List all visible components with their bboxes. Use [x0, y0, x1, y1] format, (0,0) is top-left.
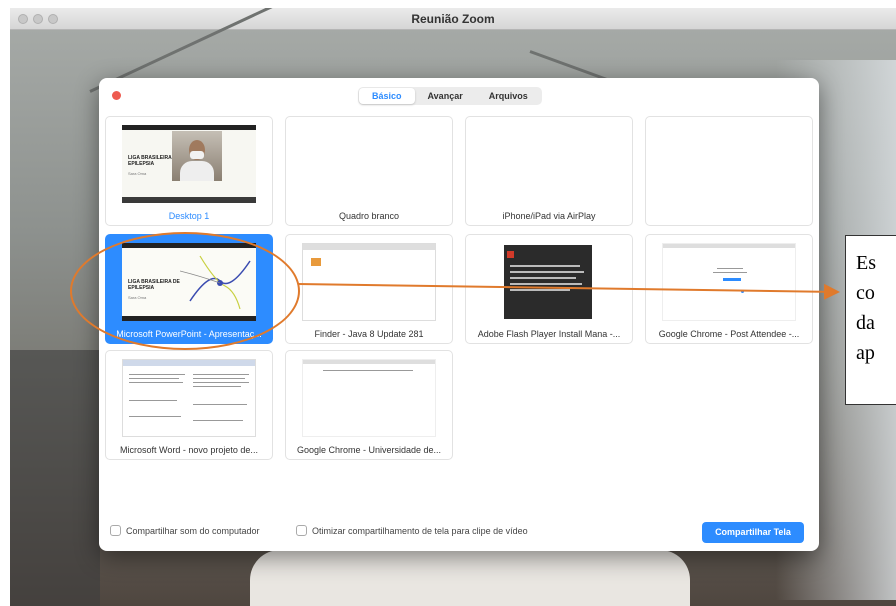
text-line [323, 370, 413, 371]
thumb-bar [122, 125, 256, 130]
text-line [510, 277, 576, 279]
text-line [510, 271, 584, 273]
share-tile-airplay[interactable]: iPhone/iPad via AirPlay [465, 116, 633, 226]
text-line [510, 265, 580, 267]
callout-line: da [856, 312, 875, 334]
annotation-ellipse [70, 232, 300, 350]
share-tile-flash-installer[interactable]: Adobe Flash Player Install Mana -... [465, 234, 633, 344]
slide-title-line2: EPILEPSIA [128, 161, 155, 167]
share-tile-whiteboard[interactable]: Quadro branco [285, 116, 453, 226]
text-line [129, 400, 177, 401]
share-tile-finder[interactable]: Finder - Java 8 Update 281 [285, 234, 453, 344]
share-tabs: Básico Avançar Arquivos [358, 87, 542, 105]
optimize-video-label: Otimizar compartilhamento de tela para c… [312, 526, 528, 536]
window-titlebar: Reunião Zoom [10, 8, 896, 30]
callout-line: Es [856, 252, 876, 274]
tile-label: Desktop 1 [168, 211, 210, 221]
dock-bar [122, 197, 256, 203]
tab-avancar[interactable]: Avançar [415, 88, 476, 104]
share-tile-word[interactable]: Microsoft Word - novo projeto de... [105, 350, 273, 460]
tile-label: Quadro branco [338, 211, 400, 221]
callout-line: co [856, 282, 875, 304]
text-line [193, 404, 247, 405]
java-logo-icon [311, 258, 321, 266]
text-line [193, 378, 245, 379]
text-line [717, 268, 743, 269]
share-sound-label: Compartilhar som do computador [126, 526, 260, 536]
share-tile-empty[interactable] [645, 116, 813, 226]
tile-label: Adobe Flash Player Install Mana -... [477, 329, 621, 339]
text-line [193, 386, 241, 387]
text-line [129, 374, 185, 375]
word-ribbon [123, 360, 255, 366]
background-shadow [10, 350, 100, 606]
finder-thumbnail [302, 243, 436, 321]
flash-logo-icon [507, 251, 514, 258]
webcam-preview [172, 131, 222, 181]
tile-label: Google Chrome - Post Attendee -... [658, 329, 800, 339]
dialog-close-icon[interactable] [112, 91, 121, 100]
share-tile-chrome-universidade[interactable]: Google Chrome - Universidade de... [285, 350, 453, 460]
text-line [129, 416, 181, 417]
text-line [129, 378, 179, 379]
text-line [510, 289, 570, 291]
tab-basico[interactable]: Básico [359, 88, 415, 104]
word-thumbnail [122, 359, 256, 437]
desktop-thumbnail: LIGA BRASILEIRA DE EPILEPSIA Sara Oma [122, 125, 256, 203]
share-tile-chrome-post-attendee[interactable]: Google Chrome - Post Attendee -... [645, 234, 813, 344]
window-toolbar [303, 244, 435, 250]
text-line [193, 382, 249, 383]
slide-subtitle: Sara Oma [128, 171, 147, 176]
preview-mask [190, 151, 204, 159]
tab-arquivos[interactable]: Arquivos [476, 88, 541, 104]
chrome-thumbnail [662, 243, 796, 321]
text-line [713, 272, 747, 273]
text-line [193, 374, 249, 375]
page-dot [741, 290, 744, 293]
window-title: Reunião Zoom [411, 12, 495, 26]
participant-shirt [250, 550, 690, 606]
optimize-video-checkbox[interactable] [296, 525, 307, 536]
share-screen-button[interactable]: Compartilhar Tela [702, 522, 804, 543]
preview-shirt [180, 161, 214, 181]
chrome-thumbnail [302, 359, 436, 437]
share-sound-checkbox[interactable] [110, 525, 121, 536]
tile-label: Microsoft Word - novo projeto de... [120, 445, 258, 455]
text-line [129, 382, 183, 383]
callout-text: Es co da ap [856, 248, 896, 368]
tile-label: Google Chrome - Universidade de... [296, 445, 442, 455]
text-line [193, 420, 243, 421]
callout-line: ap [856, 342, 875, 364]
text-line [510, 283, 582, 285]
annotation-callout: Es co da ap [845, 235, 896, 405]
browser-toolbar [303, 360, 435, 364]
flash-installer-window [504, 245, 592, 319]
browser-toolbar [663, 244, 795, 248]
share-tile-desktop-1[interactable]: LIGA BRASILEIRA DE EPILEPSIA Sara Oma De… [105, 116, 273, 226]
page-button [723, 278, 741, 281]
tile-label: iPhone/iPad via AirPlay [502, 211, 596, 221]
tile-label: Finder - Java 8 Update 281 [314, 329, 424, 339]
flash-thumbnail [482, 243, 616, 321]
